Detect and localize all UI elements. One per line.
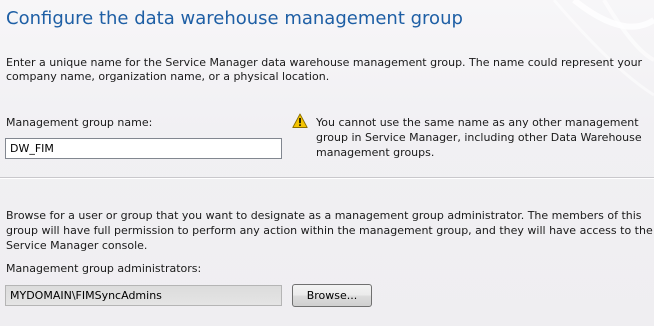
section-divider — [0, 177, 654, 179]
warning-text-line-2: group in Service Manager, including othe… — [316, 131, 642, 144]
management-group-administrators-label: Management group administrators: — [6, 262, 202, 275]
wizard-page: Configure the data warehouse management … — [0, 0, 654, 326]
warning-icon — [292, 113, 308, 128]
browse-button[interactable]: Browse... — [292, 284, 372, 307]
admins-description-line-1: Browse for a user or group that you want… — [6, 209, 642, 222]
warning-text-line-3: management groups. — [316, 146, 435, 159]
intro-text-line-2: company name, organization name, or a ph… — [6, 70, 330, 83]
management-group-name-input[interactable]: DW_FIM — [5, 138, 282, 159]
management-group-administrators-field[interactable]: MYDOMAIN\FIMSyncAdmins — [5, 285, 282, 306]
warning-text-line-1: You cannot use the same name as any othe… — [316, 116, 639, 129]
management-group-name-label: Management group name: — [6, 116, 153, 129]
intro-text-line-1: Enter a unique name for the Service Mana… — [6, 56, 643, 69]
admins-description-line-3: Service Manager console. — [6, 239, 148, 252]
admins-description-line-2: group will have full permission to perfo… — [6, 224, 653, 237]
page-title: Configure the data warehouse management … — [6, 8, 463, 29]
